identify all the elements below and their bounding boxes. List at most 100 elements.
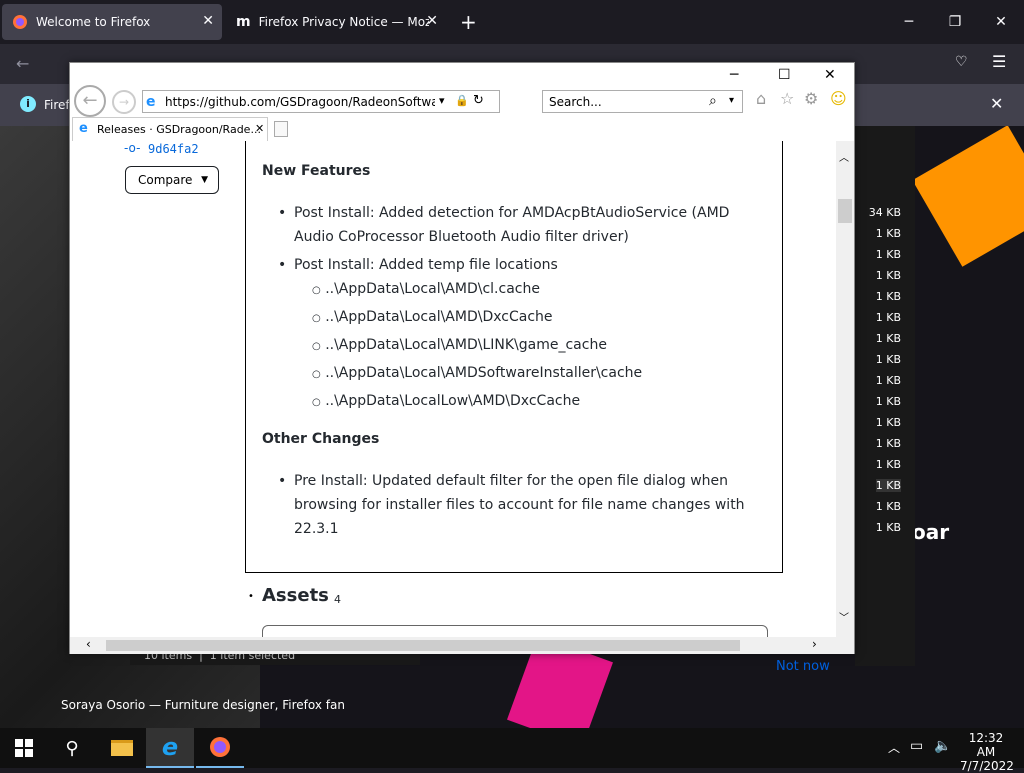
vertical-scrollbar[interactable]: ︿ ﹀ <box>836 141 854 637</box>
not-now-link[interactable]: Not now <box>776 659 830 674</box>
file-explorer-icon[interactable] <box>98 728 146 768</box>
file-size: 1 KB <box>875 437 901 450</box>
close-infobar-icon[interactable]: ✕ <box>990 94 1003 113</box>
file-size-selected: 1 KB <box>875 479 901 492</box>
address-text: https://github.com/GSDragoon/RadeonSoftw… <box>165 95 435 109</box>
partial-heading: oar <box>912 520 950 544</box>
address-bar[interactable]: e https://github.com/GSDragoon/RadeonSof… <box>142 90 500 113</box>
close-tab-icon[interactable]: ✕ <box>202 13 214 29</box>
pocket-icon[interactable]: ♡ <box>955 54 968 70</box>
chevron-down-icon: ▼ <box>201 175 208 185</box>
scroll-thumb[interactable] <box>838 199 852 223</box>
photo-credit: Soraya Osorio — Furniture designer, Fire… <box>61 698 345 712</box>
scroll-down-icon[interactable]: ﹀ <box>839 609 849 624</box>
file-size: 1 KB <box>875 332 901 345</box>
search-icon[interactable]: ⚲ <box>48 728 96 768</box>
menu-icon[interactable]: ☰ <box>992 52 1006 71</box>
file-size: 1 KB <box>875 227 901 240</box>
compare-button[interactable]: Compare ▼ <box>125 166 219 194</box>
chevron-up-icon[interactable]: ︿ <box>888 739 900 756</box>
infobar-text: Firef <box>44 98 70 112</box>
search-input[interactable]: Search... <box>549 95 602 109</box>
list-item: • Post Install: Added temp file location… <box>278 257 558 273</box>
back-icon[interactable]: ← <box>16 54 29 73</box>
firefox-taskbar-icon[interactable] <box>196 728 244 768</box>
minimize-icon[interactable]: ─ <box>730 67 738 83</box>
firefox-tab-bar: Welcome to Firefox ✕ m Firefox Privacy N… <box>0 0 1024 44</box>
scroll-right-icon[interactable]: › <box>812 637 817 651</box>
file-size: 1 KB <box>875 248 901 261</box>
firefox-tab-privacy[interactable]: m Firefox Privacy Notice — Mozilla ✕ <box>226 4 446 40</box>
path-item: ○ ..\AppData\Local\AMD\cl.cache <box>312 281 540 297</box>
file-explorer-window: 34 KB 1 KB 1 KB 1 KB 1 KB 1 KB 1 KB 1 KB… <box>855 126 915 666</box>
back-icon[interactable]: ← <box>74 85 106 117</box>
path-item: ○ ..\AppData\LocalLow\AMD\DxcCache <box>312 393 581 409</box>
taskbar: ⚲ e ︿ ▭ 🔈 12:32 AM 7/7/2022 <box>0 728 1024 773</box>
ie-tab-releases[interactable]: e Releases · GSDragoon/Rade... ✕ <box>72 117 268 141</box>
new-features-heading: New Features <box>262 163 371 179</box>
scroll-thumb[interactable] <box>106 640 740 651</box>
dropdown-icon[interactable]: ▾ <box>729 95 734 106</box>
ie-toolbar: ─ ☐ ✕ ← → e https://github.com/GSDragoon… <box>70 63 854 141</box>
assets-list <box>262 625 768 637</box>
favorites-icon[interactable]: ☆ <box>780 89 794 108</box>
forward-icon[interactable]: → <box>112 90 136 114</box>
firefox-icon <box>13 15 27 29</box>
path-item: ○ ..\AppData\Local\AMDSoftwareInstaller\… <box>312 365 643 381</box>
file-size: 1 KB <box>875 269 901 282</box>
ie-page-icon: e <box>79 121 88 136</box>
scroll-left-icon[interactable]: ‹ <box>86 637 91 651</box>
path-item: ○ ..\AppData\Local\AMD\LINK\game_cache <box>312 337 607 353</box>
close-tab-icon[interactable]: ✕ <box>426 13 438 29</box>
internet-explorer-window: ─ ☐ ✕ ← → e https://github.com/GSDragoon… <box>69 62 855 654</box>
internet-explorer-icon[interactable]: e <box>146 728 194 768</box>
tab-title: Firefox Privacy Notice — Mozilla <box>258 15 429 29</box>
commit-icon: -o- <box>124 141 141 155</box>
search-box[interactable]: Search... ⌕ ▾ <box>542 90 743 113</box>
new-tab-icon[interactable] <box>274 121 288 137</box>
lock-icon: 🔒 <box>455 94 469 107</box>
file-size: 1 KB <box>875 500 901 513</box>
tab-title: Releases · GSDragoon/Rade... <box>97 123 261 136</box>
assets-count-badge: 4 <box>334 593 341 606</box>
other-changes-heading: Other Changes <box>262 431 380 447</box>
clock[interactable]: 12:32 AM 7/7/2022 <box>960 731 1014 773</box>
list-item: • Post Install: Added detection for AMDA… <box>278 205 730 245</box>
compare-label: Compare <box>138 173 193 187</box>
volume-icon[interactable]: 🔈 <box>934 738 951 754</box>
file-size: 34 KB <box>868 206 901 219</box>
file-size: 1 KB <box>875 416 901 429</box>
file-size: 1 KB <box>875 311 901 324</box>
dropdown-icon[interactable]: ▾ <box>439 94 445 107</box>
search-icon[interactable]: ⌕ <box>709 93 717 109</box>
start-button[interactable] <box>0 728 48 768</box>
assets-heading: Assets <box>262 585 329 606</box>
file-size: 1 KB <box>875 458 901 471</box>
minimize-icon[interactable]: ─ <box>886 0 932 44</box>
file-size: 1 KB <box>875 395 901 408</box>
info-icon: i <box>20 96 36 112</box>
tab-title: Welcome to Firefox <box>36 15 151 29</box>
path-item: ○ ..\AppData\Local\AMD\DxcCache <box>312 309 553 325</box>
size-column: 34 KB 1 KB 1 KB 1 KB 1 KB 1 KB 1 KB 1 KB… <box>855 126 915 656</box>
smiley-icon[interactable]: ☺ <box>830 89 847 108</box>
file-size: 1 KB <box>875 353 901 366</box>
firefox-tab-welcome[interactable]: Welcome to Firefox ✕ <box>2 4 222 40</box>
home-icon[interactable]: ⌂ <box>756 89 766 108</box>
file-size: 1 KB <box>875 290 901 303</box>
file-size: 1 KB <box>875 374 901 387</box>
refresh-icon[interactable]: ↻ <box>473 93 484 108</box>
restore-icon[interactable]: ❐ <box>932 0 978 44</box>
maximize-icon[interactable]: ☐ <box>778 67 791 83</box>
settings-icon[interactable]: ⚙ <box>804 89 818 108</box>
scroll-up-icon[interactable]: ︿ <box>839 149 849 164</box>
new-tab-button[interactable]: + <box>460 10 477 34</box>
network-icon[interactable]: ▭ <box>910 738 923 754</box>
file-size: 1 KB <box>875 521 901 534</box>
commit-link[interactable]: 9d64fa2 <box>148 142 199 156</box>
date: 7/7/2022 <box>960 759 1014 773</box>
close-icon[interactable]: ✕ <box>824 67 836 83</box>
horizontal-scrollbar[interactable]: ‹ › <box>70 637 854 654</box>
close-tab-icon[interactable]: ✕ <box>255 122 264 135</box>
close-window-icon[interactable]: ✕ <box>978 0 1024 44</box>
